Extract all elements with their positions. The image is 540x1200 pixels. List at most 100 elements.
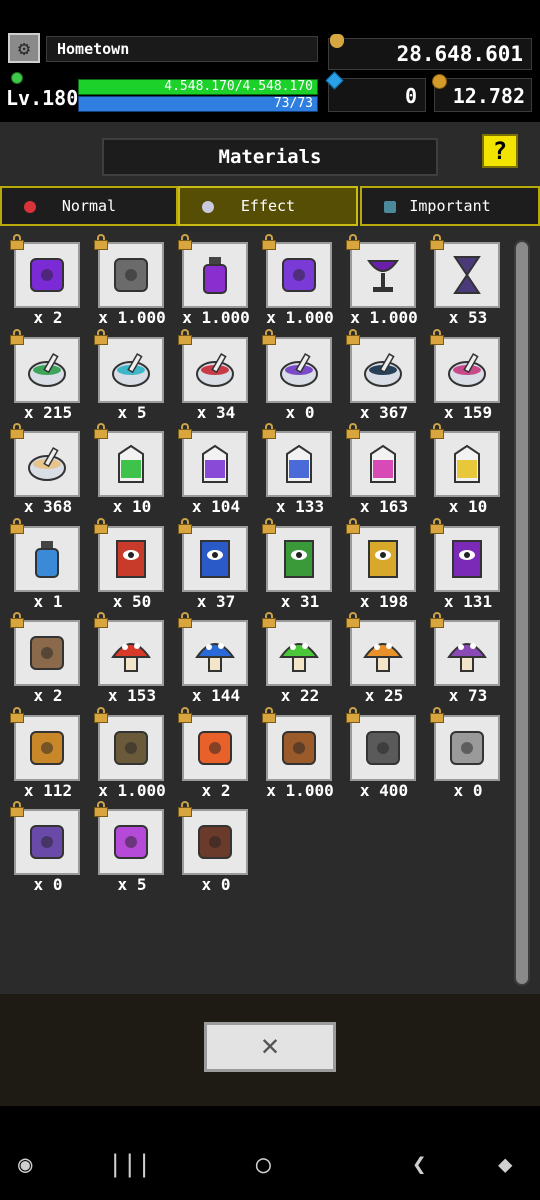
material-cell[interactable]: x 37 — [176, 517, 252, 611]
material-slot[interactable] — [98, 620, 164, 686]
material-cell[interactable]: x 153 — [92, 612, 168, 705]
material-slot[interactable] — [98, 714, 164, 781]
material-count: x 1.000 — [350, 308, 418, 327]
material-slot[interactable] — [182, 525, 248, 592]
recent-apps-icon[interactable]: ||| — [108, 1150, 151, 1178]
material-cell[interactable]: x 22 — [260, 612, 336, 705]
material-slot[interactable] — [14, 809, 80, 875]
material-cell[interactable]: x 50 — [92, 517, 168, 611]
material-slot[interactable] — [434, 714, 500, 781]
material-cell[interactable]: x 104 — [176, 423, 252, 516]
material-cell[interactable]: x 133 — [260, 423, 336, 516]
help-button[interactable]: ? — [482, 134, 518, 168]
material-cell[interactable]: x 112 — [8, 706, 84, 800]
material-slot[interactable] — [182, 431, 248, 497]
material-cell[interactable]: x 0 — [8, 801, 84, 894]
material-slot[interactable] — [14, 525, 80, 592]
material-cell[interactable]: x 0 — [428, 706, 504, 800]
material-slot[interactable] — [434, 336, 500, 403]
settings-button[interactable]: ⚙ — [8, 33, 40, 63]
lock-icon — [178, 517, 192, 534]
material-slot[interactable] — [350, 242, 416, 308]
material-slot[interactable] — [98, 336, 164, 403]
material-cell[interactable]: x 131 — [428, 517, 504, 611]
material-slot[interactable] — [182, 336, 248, 403]
material-cell[interactable]: x 53 — [428, 234, 504, 327]
material-cell[interactable]: x 144 — [176, 612, 252, 705]
scrollbar[interactable] — [514, 240, 530, 986]
material-slot[interactable] — [182, 620, 248, 686]
material-slot[interactable] — [266, 714, 332, 781]
material-slot[interactable] — [434, 431, 500, 497]
material-cell[interactable]: x 2 — [8, 234, 84, 327]
material-cell[interactable]: x 1.000 — [260, 234, 336, 327]
material-cell[interactable]: x 2 — [176, 706, 252, 800]
material-slot[interactable] — [266, 431, 332, 497]
close-button[interactable]: ✕ — [204, 1022, 336, 1072]
material-cell[interactable]: x 73 — [428, 612, 504, 705]
material-slot[interactable] — [14, 620, 80, 686]
material-slot[interactable] — [14, 336, 80, 403]
assistant-icon[interactable]: ◆ — [498, 1150, 512, 1178]
material-cell[interactable]: x 0 — [176, 801, 252, 894]
material-slot[interactable] — [350, 714, 416, 781]
material-cell[interactable]: x 1.000 — [344, 234, 420, 327]
material-cell[interactable]: x 367 — [344, 328, 420, 422]
material-slot[interactable] — [266, 336, 332, 403]
material-slot[interactable] — [434, 242, 500, 308]
material-cell[interactable]: x 5 — [92, 328, 168, 422]
material-slot[interactable] — [14, 714, 80, 781]
back-icon[interactable]: ❮ — [412, 1150, 426, 1178]
home-icon[interactable]: ◯ — [256, 1150, 270, 1178]
material-slot[interactable] — [14, 431, 80, 497]
material-count: x 0 — [201, 875, 231, 894]
material-cell[interactable]: x 0 — [260, 328, 336, 422]
material-slot[interactable] — [350, 525, 416, 592]
material-cell[interactable]: x 163 — [344, 423, 420, 516]
material-cell[interactable]: x 159 — [428, 328, 504, 422]
game-launcher-icon[interactable]: ◉ — [18, 1150, 32, 1178]
gold-bag-icon — [330, 34, 344, 48]
material-slot[interactable] — [350, 620, 416, 686]
material-slot[interactable] — [98, 809, 164, 875]
material-slot[interactable] — [434, 525, 500, 592]
material-slot[interactable] — [98, 242, 164, 308]
material-cell[interactable]: x 1.000 — [92, 234, 168, 327]
tab-important[interactable]: Important — [360, 186, 540, 226]
material-count: x 34 — [196, 402, 236, 422]
tab-effect[interactable]: Effect — [178, 186, 358, 226]
material-slot[interactable] — [14, 242, 80, 308]
material-slot[interactable] — [182, 242, 248, 308]
material-count: x 0 — [285, 402, 315, 422]
material-cell[interactable]: x 198 — [344, 517, 420, 611]
scrollbar-thumb[interactable] — [516, 242, 528, 984]
material-cell[interactable]: x 215 — [8, 328, 84, 422]
material-slot[interactable] — [350, 431, 416, 497]
material-cell[interactable]: x 31 — [260, 517, 336, 611]
material-slot[interactable] — [182, 809, 248, 875]
material-slot[interactable] — [266, 620, 332, 686]
material-cell[interactable]: x 10 — [428, 423, 504, 516]
material-cell[interactable]: x 25 — [344, 612, 420, 705]
material-cell[interactable]: x 1 — [8, 517, 84, 611]
material-slot[interactable] — [182, 714, 248, 781]
material-slot[interactable] — [434, 620, 500, 686]
material-cell[interactable]: x 1.000 — [260, 706, 336, 800]
material-cell[interactable]: x 2 — [8, 612, 84, 705]
material-cell[interactable]: x 10 — [92, 423, 168, 516]
material-cell[interactable]: x 1.000 — [176, 234, 252, 327]
material-cell[interactable]: x 368 — [8, 423, 84, 516]
material-cell[interactable]: x 5 — [92, 801, 168, 894]
material-slot[interactable] — [266, 525, 332, 592]
material-slot[interactable] — [98, 525, 164, 592]
material-slot[interactable] — [350, 336, 416, 403]
material-cell[interactable]: x 400 — [344, 706, 420, 800]
material-count: x 50 — [112, 591, 152, 611]
material-count: x 1.000 — [182, 308, 250, 327]
material-cell[interactable]: x 34 — [176, 328, 252, 422]
material-slot[interactable] — [266, 242, 332, 308]
tab-normal[interactable]: Normal — [0, 186, 178, 226]
material-cell[interactable]: x 1.000 — [92, 706, 168, 800]
material-slot[interactable] — [98, 431, 164, 497]
hp-text: 4.548.170/4.548.170 — [164, 79, 313, 94]
